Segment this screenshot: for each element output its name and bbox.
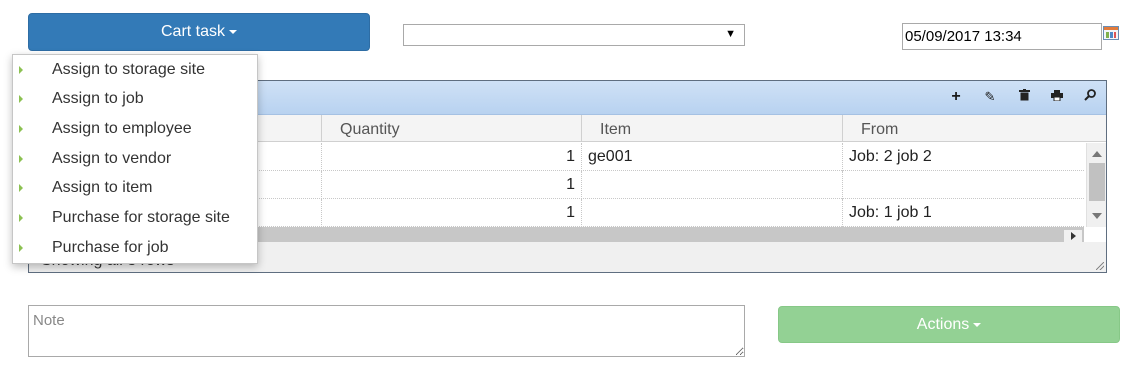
bullet-icon	[19, 125, 23, 133]
menu-item-assign-item[interactable]: Assign to item	[13, 173, 257, 203]
menu-item-label: Purchase for job	[52, 239, 169, 256]
cell-quantity: 1	[321, 171, 581, 199]
cart-select[interactable]: ▼	[403, 24, 745, 46]
date-input[interactable]	[902, 23, 1102, 50]
cart-task-menu: Assign to storage site Assign to job Ass…	[12, 54, 258, 264]
cart-task-button[interactable]: Cart task	[28, 13, 370, 51]
menu-item-label: Assign to employee	[52, 120, 192, 137]
menu-item-purchase-storage-site[interactable]: Purchase for storage site	[13, 203, 257, 233]
cell-quantity: 1	[321, 143, 581, 171]
cell-item	[581, 171, 842, 199]
menu-item-assign-employee[interactable]: Assign to employee	[13, 114, 257, 144]
bullet-icon	[19, 95, 23, 103]
column-header-from[interactable]: From	[842, 115, 1106, 142]
scroll-down-icon[interactable]	[1092, 213, 1102, 219]
bullet-icon	[19, 66, 23, 74]
column-header-item[interactable]: Item	[581, 115, 842, 142]
add-icon[interactable]: +	[948, 89, 964, 105]
cart-task-label: Cart task	[160, 23, 225, 40]
caret-down-icon	[973, 322, 982, 327]
dropdown-arrow-icon: ▼	[725, 28, 736, 40]
scroll-right-icon[interactable]	[1064, 230, 1082, 242]
menu-item-assign-vendor[interactable]: Assign to vendor	[13, 144, 257, 174]
cell-from: Job: 1 job 1	[842, 199, 1086, 227]
bullet-icon	[19, 184, 23, 192]
print-icon[interactable]	[1049, 89, 1065, 105]
bullet-icon	[19, 214, 23, 222]
cell-quantity: 1	[321, 199, 581, 227]
scroll-up-icon[interactable]	[1092, 151, 1102, 157]
caret-down-icon	[229, 30, 237, 34]
menu-item-label: Assign to job	[52, 90, 144, 107]
bullet-icon	[19, 244, 23, 252]
note-textarea[interactable]	[28, 305, 745, 357]
menu-item-purchase-job[interactable]: Purchase for job	[13, 233, 257, 263]
actions-label: Actions	[916, 315, 970, 333]
menu-item-label: Assign to storage site	[52, 61, 205, 78]
menu-item-label: Assign to vendor	[52, 150, 172, 167]
vertical-scrollbar[interactable]	[1086, 143, 1106, 227]
cell-item	[581, 199, 842, 227]
menu-item-assign-storage-site[interactable]: Assign to storage site	[13, 55, 257, 85]
cell-from	[842, 171, 1086, 199]
cell-item: ge001	[581, 143, 842, 171]
resize-grip-icon[interactable]	[1096, 262, 1104, 270]
column-header-quantity[interactable]: Quantity	[321, 115, 581, 142]
scroll-thumb[interactable]	[1089, 163, 1105, 201]
menu-item-assign-job[interactable]: Assign to job	[13, 84, 257, 114]
calendar-icon[interactable]	[1103, 26, 1119, 40]
search-icon[interactable]	[1082, 89, 1098, 105]
bullet-icon	[19, 155, 23, 163]
delete-icon[interactable]	[1016, 89, 1032, 105]
menu-item-label: Assign to item	[52, 179, 153, 196]
menu-item-label: Purchase for storage site	[52, 209, 230, 226]
actions-button[interactable]: Actions	[778, 306, 1120, 343]
edit-icon[interactable]: ✎	[982, 89, 998, 105]
cell-from: Job: 2 job 2	[842, 143, 1086, 171]
